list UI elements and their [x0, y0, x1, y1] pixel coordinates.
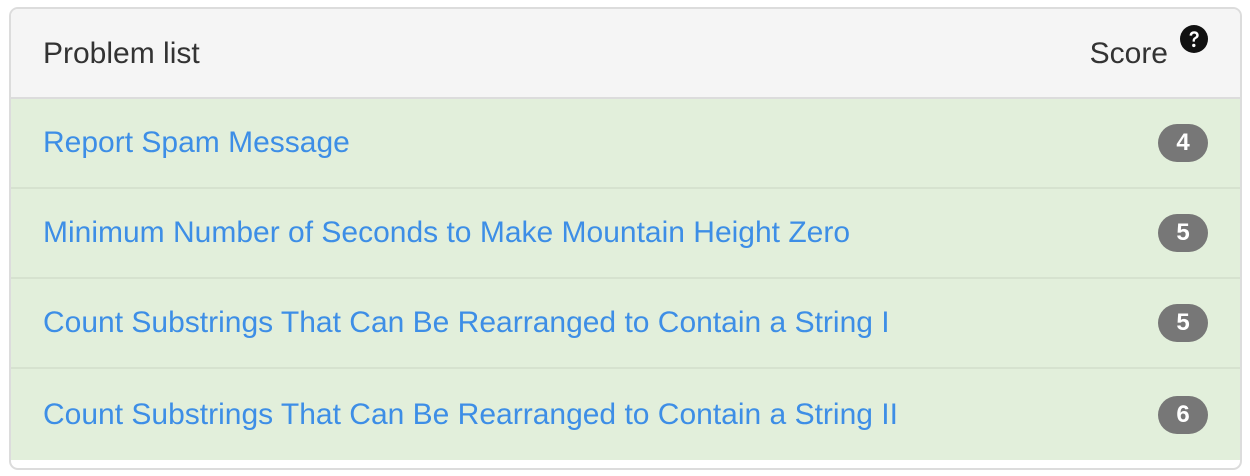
problem-list-panel: Problem list Score Report Spam Message 4…	[9, 7, 1242, 470]
problem-row: Minimum Number of Seconds to Make Mounta…	[11, 189, 1240, 279]
question-circle-icon[interactable]	[1180, 25, 1208, 53]
score-column-header: Score	[1089, 25, 1208, 71]
score-label: Score	[1089, 37, 1168, 70]
problem-row: Count Substrings That Can Be Rearranged …	[11, 279, 1240, 369]
problem-link-report-spam-message[interactable]: Report Spam Message	[43, 126, 350, 160]
problem-link-minimum-number-of-seconds[interactable]: Minimum Number of Seconds to Make Mounta…	[43, 216, 850, 250]
score-badge: 6	[1158, 395, 1208, 434]
score-badge: 4	[1158, 124, 1208, 162]
problem-link-count-substrings-ii[interactable]: Count Substrings That Can Be Rearranged …	[43, 398, 898, 432]
problem-row: Count Substrings That Can Be Rearranged …	[11, 369, 1240, 460]
score-badge: 5	[1158, 214, 1208, 252]
problem-row: Report Spam Message 4	[11, 99, 1240, 189]
problem-list-title: Problem list	[43, 37, 200, 70]
problem-link-count-substrings-i[interactable]: Count Substrings That Can Be Rearranged …	[43, 306, 890, 340]
score-badge: 5	[1158, 304, 1208, 342]
panel-header: Problem list Score	[11, 9, 1240, 99]
